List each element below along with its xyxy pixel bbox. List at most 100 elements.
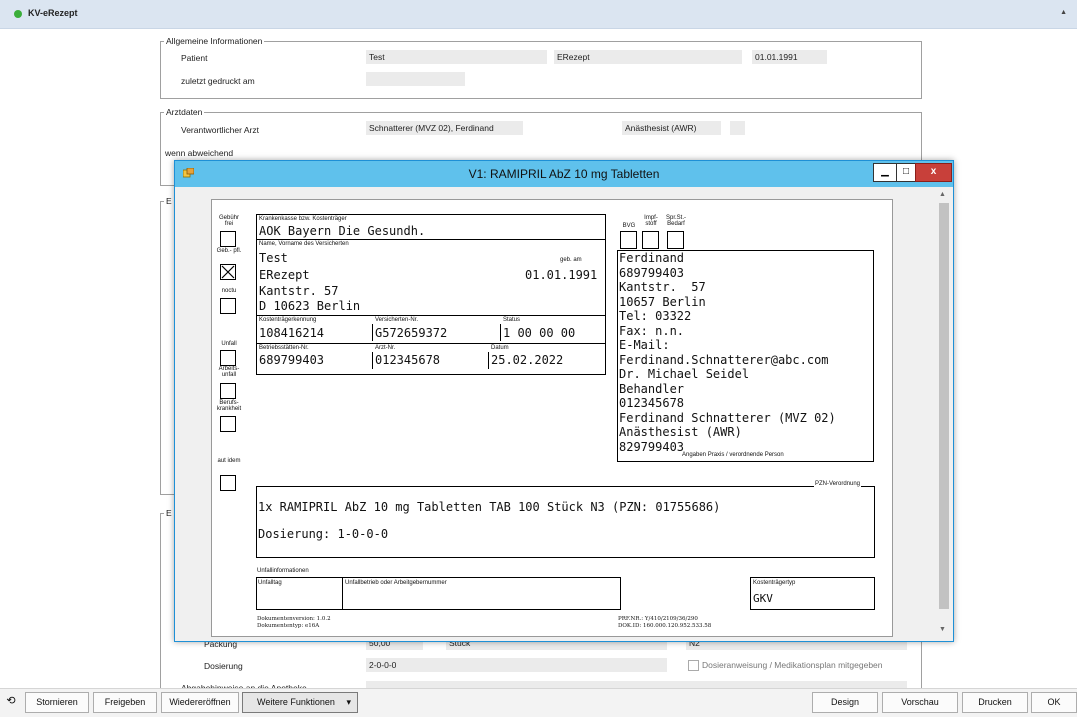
patient-line-2: ERezept [259,268,310,282]
close-button[interactable]: x [915,163,952,182]
dose-field[interactable]: 2-0-0-0 [366,658,667,672]
patient-dob-value: 01.01.1991 [525,268,598,282]
dose-instructions-checkbox[interactable] [688,660,699,671]
checked-x-icon [221,265,235,279]
dialog-title: V1: RAMIPRIL AbZ 10 mg Tabletten [468,167,660,181]
reopen-button[interactable]: Wiedereröffnen [161,692,239,713]
scroll-thumb[interactable] [939,203,949,609]
insured-number-caption: Versicherten-Nr. [375,317,419,323]
patient-label: Patient [181,53,208,63]
scroll-down-icon[interactable]: ▼ [939,626,946,633]
patient-first-field[interactable]: Test [366,50,547,64]
doc-id: DOK.ID: 160.000.120.952.533.58 [618,623,712,629]
doctor-legend: Arztdaten [164,107,205,117]
prescription-form: Gebühr frei Geb.- pfl. noctu Unfall Arbe… [211,199,893,637]
dob-caption: geb. am [560,257,582,263]
practice-line: 10657 Berlin [619,294,706,309]
patient-line-4: D 10623 Berlin [259,299,361,313]
printed-field[interactable] [366,72,465,86]
status-caption: Status [503,317,521,323]
divider [256,239,605,240]
divider [488,352,489,369]
responsible-doctor-field[interactable]: Schnatterer (MVZ 02), Ferdinand [366,121,523,135]
bvg-checkbox[interactable] [620,231,637,249]
accident-company-caption: Unfallbetrieb oder Arbeitgebernummer [345,580,447,586]
practice-line: 012345678 [619,396,685,410]
practice-line: Dr. Michael Seidel [619,367,750,381]
bsnr-caption: Betriebsstätten-Nr. [259,345,309,351]
patient-line-3: Kantstr. 57 [259,284,339,298]
minimize-button[interactable]: ▁ [873,163,897,182]
date-caption: Datum [491,345,509,351]
preview-button[interactable]: Vorschau [882,692,958,713]
doctor-number-value: 012345678 [375,353,441,367]
payer-type-caption: Kostenträgertyp [753,580,796,586]
more-functions-label: Weitere Funktionen [257,697,335,707]
design-button[interactable]: Design [812,692,878,713]
more-functions-button[interactable]: Weitere Funktionen ▾ [242,692,358,713]
noctu-checkbox[interactable] [220,298,236,314]
accident-checkbox[interactable] [220,350,236,366]
deviating-label: wenn abweichend [165,148,234,158]
maximize-button[interactable]: □ [896,163,916,182]
scroll-up-icon[interactable]: ▲ [939,191,946,198]
panel-header[interactable]: KV-eRezept ▲ [0,0,1077,29]
practice-line: Tel: 03322 [619,309,692,323]
responsible-doctor-label: Verantwortlicher Arzt [181,125,259,135]
printed-label: zuletzt gedruckt am [181,76,255,86]
pzn-caption: PZN-Verordnung [814,481,862,488]
payer-id-value: 108416214 [259,326,325,340]
dosage-line: Dosierung: 1-0-0-0 [258,527,389,541]
status-dot-icon [14,10,22,18]
doctor-number-caption: Arzt-Nr. [375,345,396,351]
fee-free-checkbox[interactable] [220,231,236,247]
dialog-titlebar[interactable]: V1: RAMIPRIL AbZ 10 mg Tabletten ▁ □ x [175,161,953,187]
practice-caption: Angaben Praxis / verordnende Person [682,452,784,458]
practice-lines: Ferdinand 689799403 Kantstr. 57 10657 Berli… [619,251,836,454]
payer-id-caption: Kostenträgerkennung [259,317,317,323]
patient-last-field[interactable]: ERezept [554,50,742,64]
divider [256,315,605,316]
fee-required-checkbox[interactable] [220,264,236,280]
practice-line: E-Mail: [619,338,670,352]
accident-label: Unfall [221,341,237,347]
doctor-extra-field[interactable] [730,121,745,135]
aut-idem-checkbox[interactable] [220,475,236,491]
fee-free-label: Gebühr frei [218,215,239,227]
patient-dob-field[interactable]: 01.01.1991 [752,50,827,64]
divider [372,352,373,369]
dispense-field[interactable] [366,681,907,688]
print-button[interactable]: Drucken [962,692,1028,713]
patient-name-caption: Name, Vorname des Versicherten [259,241,349,247]
divider [500,324,501,341]
prescription-preview-dialog: V1: RAMIPRIL AbZ 10 mg Tabletten ▁ □ x ▲… [174,160,954,642]
collapse-caret-icon[interactable]: ▲ [1060,9,1067,16]
doc-type: Dokumententyp: e16A [257,623,320,629]
dialog-scrollbar[interactable]: ▲ ▼ [937,189,951,637]
date-value: 25.02.2022 [491,353,564,367]
background-legend-1: E [164,196,174,206]
release-button[interactable]: Freigeben [93,692,157,713]
vaccine-checkbox[interactable] [642,231,659,249]
pzn-block [256,486,875,558]
work-accident-checkbox[interactable] [220,383,236,399]
doctor-role-field[interactable]: Anästhesist (AWR) [622,121,721,135]
history-icon[interactable]: ⟲ [2,692,20,711]
cancel-button[interactable]: Stornieren [25,692,89,713]
divider [372,324,373,341]
practice-line: Ferdinand [619,251,685,265]
dropdown-arrow-icon: ▾ [346,697,351,707]
practice-line: Fax: n.n. [619,323,685,338]
sprechstunde-checkbox[interactable] [667,231,684,249]
occupational-disease-checkbox[interactable] [220,416,236,432]
vaccine-label: Impf- stoff [644,215,658,227]
fee-required-label: Geb.- pfl. [216,248,242,254]
patient-line-1: Test [259,251,288,265]
status-value: 1 00 00 00 [503,326,576,340]
bsnr-value: 689799403 [259,353,325,367]
practice-line: Ferdinand Schnatterer (MVZ 02) [619,410,836,425]
insurance-name: AOK Bayern Die Gesundh. [259,224,426,238]
ok-button[interactable]: OK [1031,692,1077,713]
practice-line: 689799403 [619,265,685,280]
practice-line: Anästhesist (AWR) [619,425,742,439]
